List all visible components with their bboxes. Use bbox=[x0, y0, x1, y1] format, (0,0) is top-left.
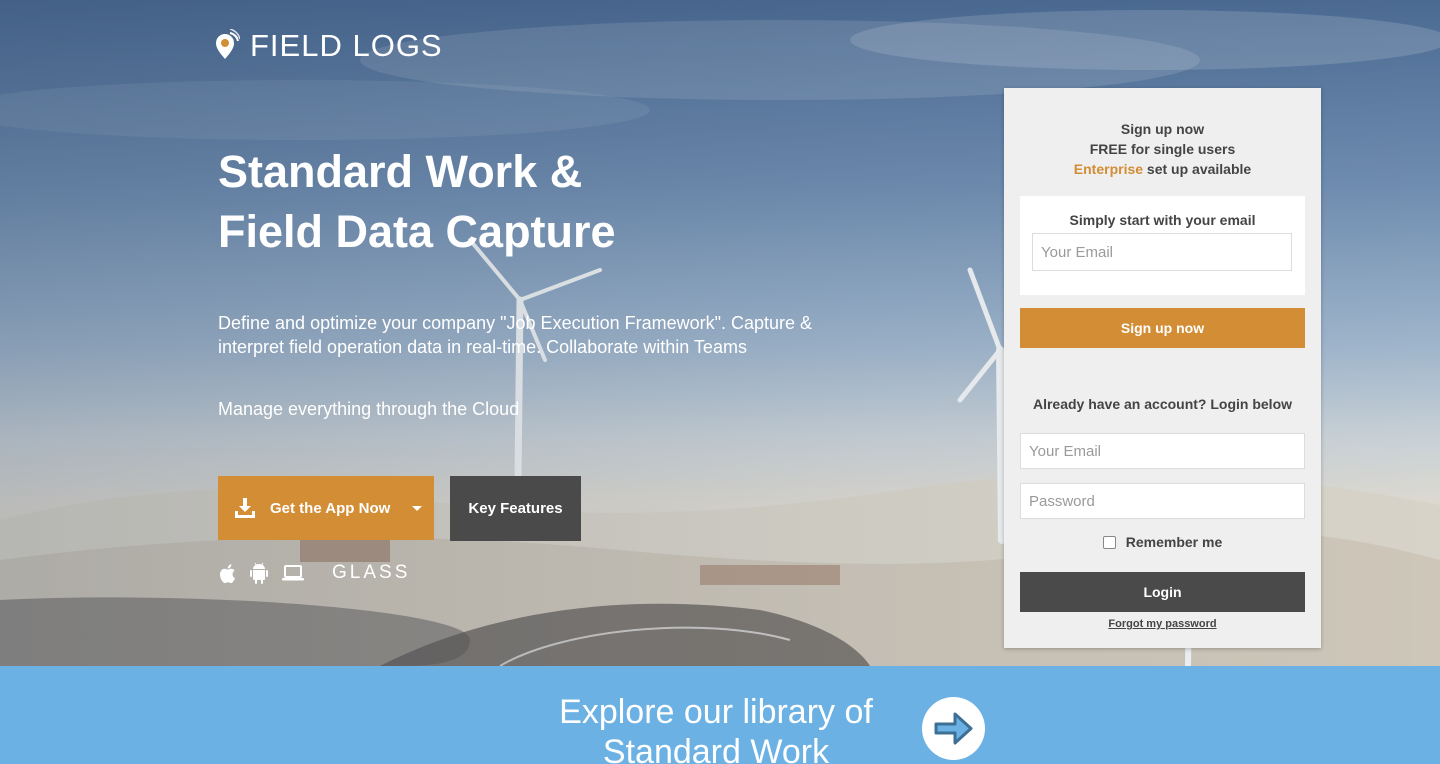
signup-line-1: Sign up now bbox=[1120, 121, 1205, 137]
get-app-button-label: Get the App Now bbox=[270, 499, 391, 517]
headline-line-1: Standard Work & bbox=[218, 146, 583, 197]
signup-panel: Sign up now FREE for single users Enterp… bbox=[1004, 88, 1321, 648]
enterprise-link[interactable]: Enterprise bbox=[1074, 161, 1143, 177]
login-heading: Already have an account? Login below bbox=[1032, 396, 1293, 412]
explore-banner[interactable]: Explore our library of Standard Work bbox=[0, 666, 1440, 764]
login-button[interactable]: Login bbox=[1020, 572, 1305, 612]
signup-email-title: Simply start with your email bbox=[1069, 212, 1256, 228]
login-email-input[interactable] bbox=[1020, 433, 1305, 469]
platform-list: GLASS bbox=[218, 562, 410, 584]
brand-logo[interactable]: FIELD LOGS bbox=[214, 28, 443, 64]
signup-button[interactable]: Sign up now bbox=[1020, 308, 1305, 348]
enterprise-suffix: set up available bbox=[1143, 161, 1252, 177]
get-app-button[interactable]: Get the App Now bbox=[218, 476, 434, 540]
page-headline: Standard Work & Field Data Capture bbox=[218, 142, 858, 262]
headline-line-2: Field Data Capture bbox=[218, 206, 616, 257]
chevron-down-icon bbox=[412, 505, 423, 511]
apple-icon[interactable] bbox=[218, 563, 236, 584]
login-password-input[interactable] bbox=[1020, 483, 1305, 519]
remember-me-label[interactable]: Remember me bbox=[1126, 534, 1223, 550]
signup-line-2: FREE for single users bbox=[1089, 141, 1236, 157]
hero-sub-text: Manage everything through the Cloud bbox=[218, 399, 520, 419]
signup-email-input[interactable] bbox=[1032, 233, 1292, 271]
hero-lead-text: Define and optimize your company "Job Ex… bbox=[218, 313, 813, 357]
forgot-password-link[interactable]: Forgot my password bbox=[1004, 618, 1321, 630]
signup-line-3: Enterprise set up available bbox=[1004, 159, 1321, 179]
glass-platform-label[interactable]: GLASS bbox=[332, 562, 410, 584]
explore-banner-text: Explore our library of Standard Work bbox=[559, 693, 873, 764]
remember-me-checkbox[interactable] bbox=[1102, 535, 1116, 549]
laptop-icon[interactable] bbox=[282, 565, 304, 581]
download-icon bbox=[235, 498, 255, 518]
signup-heading: Sign up now FREE for single users Enterp… bbox=[1004, 119, 1321, 179]
key-features-button[interactable]: Key Features bbox=[450, 476, 581, 541]
brand-name: FIELD LOGS bbox=[250, 28, 443, 63]
remember-me-row: Remember me bbox=[1004, 534, 1321, 550]
android-icon[interactable] bbox=[250, 562, 268, 584]
signup-email-card: Simply start with your email bbox=[1020, 196, 1305, 295]
arrow-right-circle-icon[interactable] bbox=[922, 697, 985, 760]
location-pin-icon bbox=[216, 29, 240, 59]
